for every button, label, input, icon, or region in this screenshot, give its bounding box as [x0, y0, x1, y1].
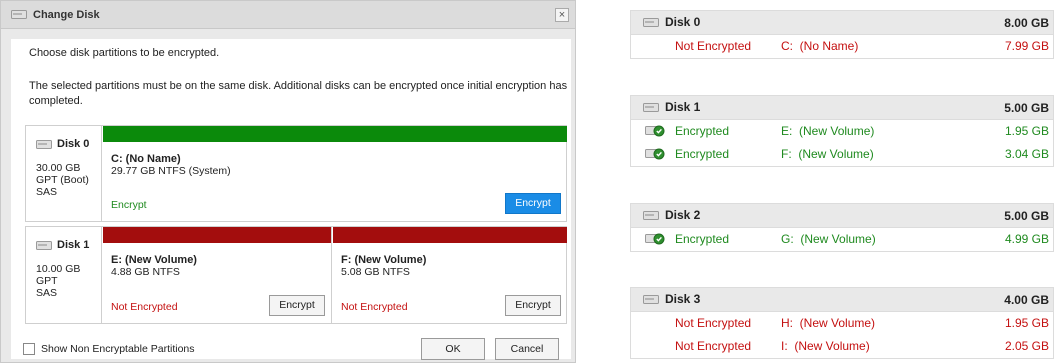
disk-type: GPT — [36, 275, 58, 287]
encrypted-disk-icon — [645, 148, 665, 160]
volume-size: 2.05 GB — [1004, 339, 1049, 353]
partition-name: C: (No Name) — [111, 153, 181, 165]
summary-volume-row: Not Encrypted I: (New Volume) 2.05 GB — [631, 335, 1053, 358]
summary-disk-group: Disk 0 8.00 GB Not Encrypted C: (No Name… — [630, 10, 1054, 59]
disk-drive-icon — [643, 210, 659, 220]
show-non-encryptable-label: Show Non Encryptable Partitions — [41, 343, 195, 355]
disk-type: GPT (Boot) — [36, 174, 89, 186]
volume-letter: F: — [781, 147, 792, 161]
volume-label: (New Volume) — [799, 316, 876, 330]
summary-disk-size: 5.00 GB — [1004, 209, 1049, 223]
partition-status: Not Encrypted — [341, 301, 408, 313]
summary-volume-row: Encrypted E: (New Volume) 1.95 GB — [631, 120, 1053, 143]
volume-size: 3.04 GB — [1004, 147, 1049, 161]
partition-name: E: (New Volume) — [111, 254, 197, 266]
volume-label: (New Volume) — [794, 339, 870, 353]
disk-info: Disk 1 10.00 GB GPT SAS — [26, 227, 102, 323]
dialog-titlebar: Change Disk × — [1, 1, 575, 29]
summary-disk-group: Disk 1 5.00 GB Encrypted E: (New Volume)… — [630, 95, 1054, 167]
disk-row: Disk 1 10.00 GB GPT SAS E: (New Volume) … — [25, 226, 567, 324]
summary-disk-header: Disk 3 4.00 GB — [631, 288, 1053, 312]
volume-letter: I: — [781, 339, 788, 353]
partition-status: Not Encrypted — [111, 301, 178, 313]
summary-disk-group: Disk 2 5.00 GB Encrypted G: (New Volume)… — [630, 203, 1054, 252]
summary-volume-row: Encrypted G: (New Volume) 4.99 GB — [631, 228, 1053, 251]
volume-label: (New Volume) — [799, 124, 875, 138]
partition-detail: 4.88 GB NTFS — [111, 266, 180, 278]
intro-text: Choose disk partitions to be encrypted. — [29, 47, 220, 59]
volume-size: 1.95 GB — [1004, 124, 1049, 138]
dialog-content: Choose disk partitions to be encrypted. … — [11, 39, 571, 359]
disk-info: Disk 0 30.00 GB GPT (Boot) SAS — [26, 126, 102, 221]
summary-volume-row: Encrypted F: (New Volume) 3.04 GB — [631, 143, 1053, 166]
summary-disk-header: Disk 1 5.00 GB — [631, 96, 1053, 120]
encrypt-button[interactable]: Encrypt — [505, 295, 561, 316]
disk-row: Disk 0 30.00 GB GPT (Boot) SAS C: (No Na… — [25, 125, 567, 222]
partition-status: Encrypt — [111, 199, 147, 211]
disk-size: 10.00 GB — [36, 263, 81, 275]
volume-label: (New Volume) — [800, 232, 876, 246]
disk-drive-icon — [36, 240, 52, 250]
volume-size: 4.99 GB — [1004, 232, 1049, 246]
partition-bar — [103, 126, 567, 142]
volume-status: Not Encrypted — [675, 339, 752, 353]
show-non-encryptable-toggle[interactable]: Show Non Encryptable Partitions — [23, 343, 195, 355]
summary-disk-name: Disk 0 — [665, 15, 701, 29]
partition-detail: 29.77 GB NTFS (System) — [111, 165, 231, 177]
disk-drive-icon — [36, 139, 52, 149]
volume-status: Encrypted — [675, 232, 730, 246]
disk-drive-icon — [643, 102, 659, 112]
volume-letter: G: — [781, 232, 794, 246]
encrypted-disk-icon — [645, 125, 665, 137]
summary-disk-name: Disk 2 — [665, 208, 701, 222]
disk-drive-icon — [643, 17, 659, 27]
volume-letter: E: — [781, 124, 793, 138]
volume-status: Encrypted — [675, 147, 730, 161]
volume-letter: H: — [781, 316, 793, 330]
disk-drive-icon — [11, 10, 27, 19]
encrypt-button[interactable]: Encrypt — [505, 193, 561, 214]
disk-size: 30.00 GB — [36, 162, 81, 174]
disk-drive-icon — [643, 294, 659, 304]
show-non-encryptable-checkbox[interactable] — [23, 343, 35, 355]
summary-disk-group: Disk 3 4.00 GB Not Encrypted H: (New Vol… — [630, 287, 1054, 359]
partition-card[interactable]: F: (New Volume) 5.08 GB NTFS Not Encrypt… — [333, 227, 567, 323]
volume-status: Encrypted — [675, 124, 730, 138]
summary-disk-name: Disk 3 — [665, 292, 701, 306]
disk-name: Disk 0 — [57, 138, 90, 150]
ok-button[interactable]: OK — [421, 338, 485, 360]
volume-label: (No Name) — [799, 39, 859, 53]
summary-disk-size: 8.00 GB — [1004, 16, 1049, 30]
partition-bar — [103, 227, 331, 243]
change-disk-dialog: Change Disk × Choose disk partitions to … — [0, 0, 576, 363]
note-text: The selected partitions must be on the s… — [29, 80, 568, 107]
encrypted-disk-icon — [645, 233, 665, 245]
cancel-button[interactable]: Cancel — [495, 338, 559, 360]
disk-bus: SAS — [36, 186, 58, 198]
partition-detail: 5.08 GB NTFS — [341, 266, 410, 278]
partition-card[interactable]: E: (New Volume) 4.88 GB NTFS Not Encrypt… — [103, 227, 332, 323]
partition-card[interactable]: C: (No Name) 29.77 GB NTFS (System) Encr… — [103, 126, 567, 221]
volume-size: 7.99 GB — [1004, 39, 1049, 53]
dialog-title: Change Disk — [33, 8, 100, 21]
summary-volume-row: Not Encrypted C: (No Name) 7.99 GB — [631, 35, 1053, 58]
summary-disk-size: 4.00 GB — [1004, 293, 1049, 307]
volume-status: Not Encrypted — [675, 39, 752, 53]
summary-disk-header: Disk 2 5.00 GB — [631, 204, 1053, 228]
encrypt-button[interactable]: Encrypt — [269, 295, 325, 316]
disk-bus: SAS — [36, 287, 58, 299]
volume-label: (New Volume) — [798, 147, 874, 161]
partition-bar — [333, 227, 567, 243]
summary-disk-name: Disk 1 — [665, 100, 701, 114]
close-button[interactable]: × — [555, 8, 569, 22]
volume-letter: C: — [781, 39, 793, 53]
summary-volume-row: Not Encrypted H: (New Volume) 1.95 GB — [631, 312, 1053, 335]
volume-status: Not Encrypted — [675, 316, 752, 330]
summary-disk-size: 5.00 GB — [1004, 101, 1049, 115]
volume-size: 1.95 GB — [1004, 316, 1049, 330]
disk-name: Disk 1 — [57, 239, 90, 251]
partition-name: F: (New Volume) — [341, 254, 427, 266]
summary-disk-header: Disk 0 8.00 GB — [631, 11, 1053, 35]
